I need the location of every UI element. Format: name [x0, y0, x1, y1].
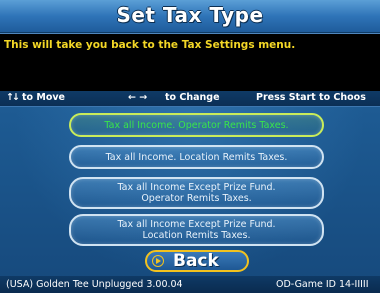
option-label-line1: Tax all Income Except Prize Fund. [117, 219, 276, 230]
left-right-arrows-icon: ← → [128, 92, 148, 103]
game-id-text: OD-Game ID 14-IIIII [276, 279, 369, 290]
help-message: This will take you back to the Tax Setti… [4, 39, 296, 51]
message-panel: This will take you back to the Tax Setti… [0, 33, 380, 92]
option-operator-remits-all[interactable]: Tax all Income. Operator Remits Taxes. [69, 113, 324, 137]
play-circle-icon [152, 255, 164, 267]
option-label: Tax all Income. Location Remits Taxes. [105, 151, 288, 163]
back-button[interactable]: Back [145, 250, 249, 272]
back-label: Back [173, 251, 219, 271]
option-label-line1: Tax all Income Except Prize Fund. [117, 182, 276, 193]
tax-settings-screen: Set Tax Type This will take you back to … [0, 0, 380, 293]
version-text: (USA) Golden Tee Unplugged 3.00.04 [6, 279, 183, 290]
instruction-bar: ↑↓ to Move ← → to Change Press Start to … [0, 91, 380, 107]
option-location-remits-except-prize[interactable]: Tax all Income Except Prize Fund. Locati… [69, 214, 324, 246]
start-instruction: Press Start to Choos [256, 92, 366, 103]
up-down-arrows-icon: ↑↓ [6, 92, 20, 103]
option-label-line2: Location Remits Taxes. [142, 230, 251, 241]
option-label-line2: Operator Remits Taxes. [141, 193, 252, 204]
option-location-remits-all[interactable]: Tax all Income. Location Remits Taxes. [69, 145, 324, 169]
footer-bar: (USA) Golden Tee Unplugged 3.00.04 OD-Ga… [0, 276, 380, 293]
option-label: Tax all Income. Operator Remits Taxes. [104, 119, 289, 131]
title-bar: Set Tax Type [0, 0, 380, 33]
move-instruction: to Move [22, 92, 65, 103]
option-operator-remits-except-prize[interactable]: Tax all Income Except Prize Fund. Operat… [69, 177, 324, 209]
page-title: Set Tax Type [116, 3, 264, 27]
change-instruction: to Change [165, 92, 220, 103]
